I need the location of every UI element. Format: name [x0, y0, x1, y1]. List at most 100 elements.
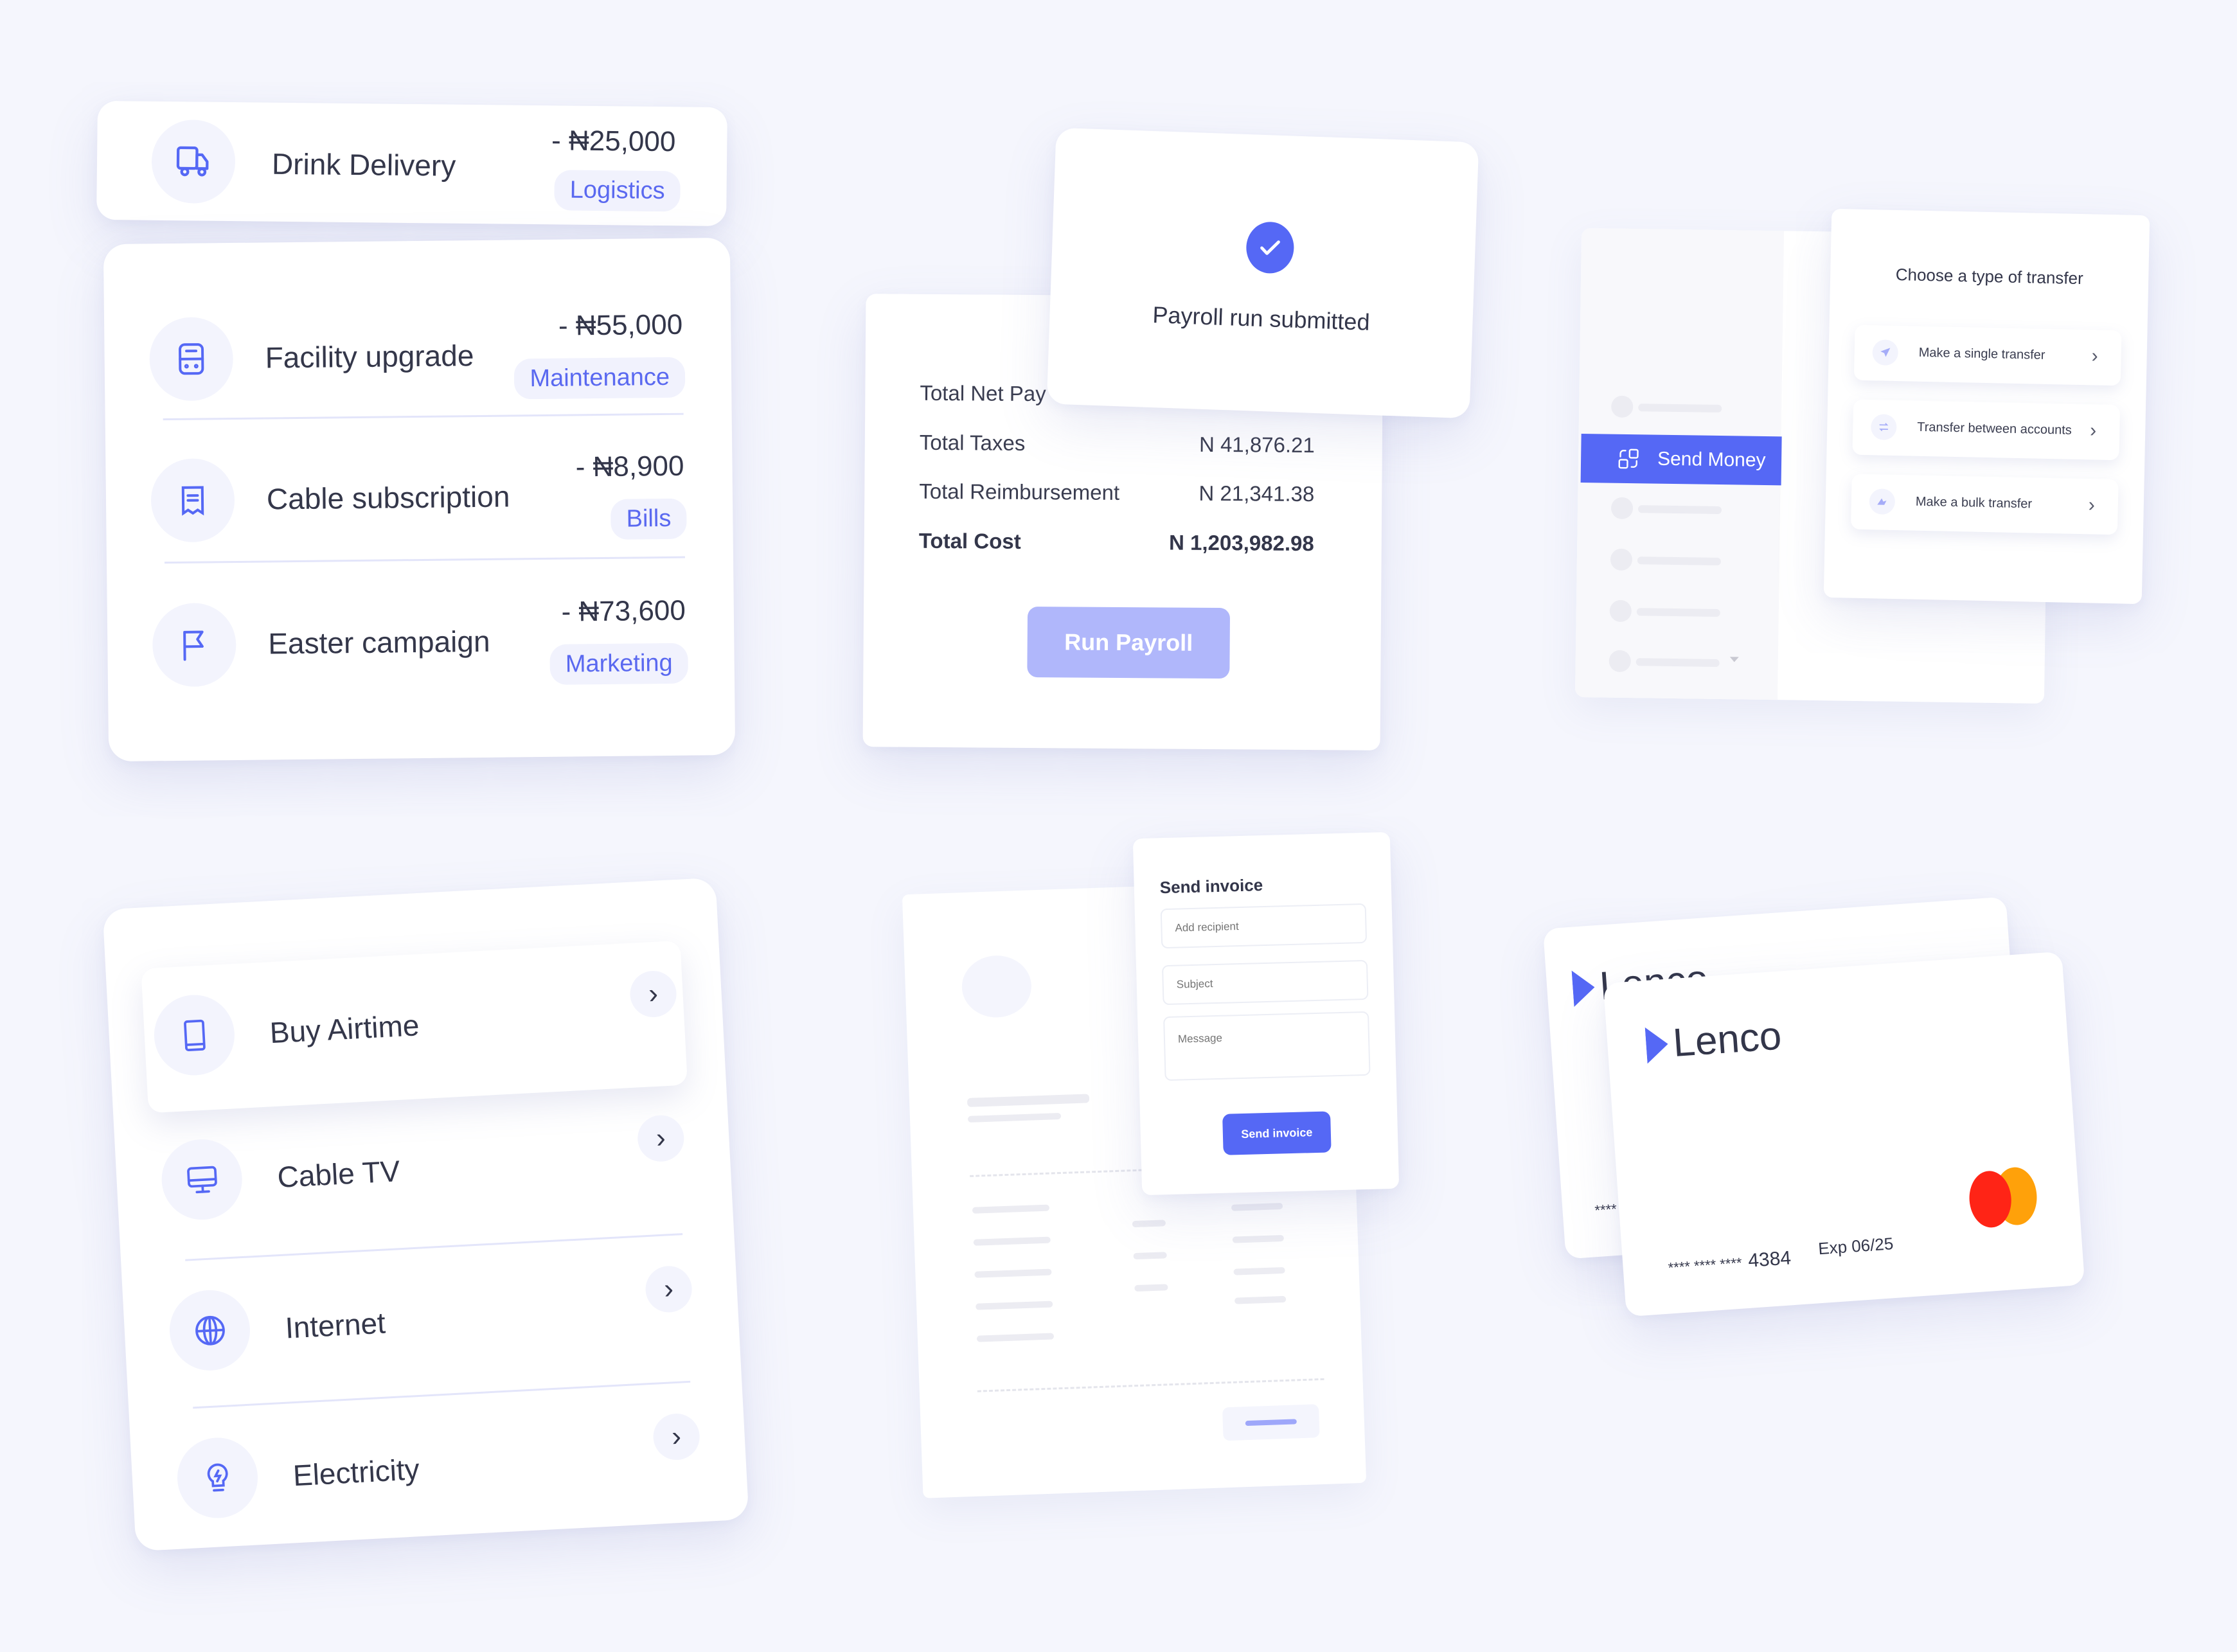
- phone-icon-circle: [152, 993, 237, 1078]
- invoice-logo-placeholder: [961, 954, 1033, 1019]
- chevron-right-icon[interactable]: ›: [628, 970, 678, 1018]
- payroll-submitted-message: Payroll run submitted: [1152, 301, 1371, 335]
- truck-icon-circle: [151, 119, 236, 204]
- bulk-send-icon: [1869, 488, 1896, 515]
- payroll-row-value: N 1,203,982.98: [1168, 530, 1314, 556]
- card-number: **** **** **** 4384: [1668, 1247, 1792, 1277]
- sidebar-placeholder-label: [1635, 658, 1720, 668]
- transfer-option-label: Transfer between accounts: [1917, 420, 2072, 438]
- recipient-input[interactable]: [1160, 903, 1368, 949]
- invoice-placeholder-line: [976, 1301, 1053, 1310]
- sidebar-item-send-money[interactable]: Send Money: [1580, 433, 1782, 486]
- payroll-row-label: Total Reimbursement: [919, 479, 1120, 504]
- lightbulb-icon-circle: [175, 1435, 260, 1520]
- transfer-option-label: Make a single transfer: [1918, 345, 2045, 362]
- category-tag: Marketing: [549, 643, 689, 685]
- lenco-logo-icon: [1571, 970, 1595, 1007]
- expense-title: Drink Delivery: [271, 147, 456, 182]
- expense-title: Facility upgrade: [265, 339, 474, 375]
- check-circle-icon: [1245, 221, 1295, 274]
- expense-amount: - ₦73,600: [561, 594, 686, 628]
- chevron-right-icon[interactable]: ›: [652, 1412, 701, 1461]
- expense-row[interactable]: Facility upgrade - ₦55,000 Maintenance: [104, 296, 732, 431]
- server-icon-circle: [149, 317, 234, 402]
- invoice-placeholder-line: [1134, 1284, 1168, 1292]
- invoice-placeholder-line: [1234, 1295, 1287, 1304]
- chevron-right-icon: ›: [2089, 420, 2097, 441]
- card-last4: 4384: [1747, 1247, 1792, 1272]
- transfer-panel-title: Choose a type of transfer: [1895, 264, 2083, 289]
- bill-item-label: Cable TV: [276, 1154, 401, 1194]
- bill-item-label: Buy Airtime: [269, 1008, 420, 1050]
- expense-list-card: Facility upgrade - ₦55,000 Maintenance C…: [103, 237, 736, 762]
- transfer-option[interactable]: Make a single transfer ›: [1853, 324, 2122, 386]
- bill-item-label: Internet: [284, 1306, 387, 1345]
- expense-row[interactable]: Easter campaign - ₦73,600 Marketing: [107, 582, 735, 716]
- expense-title: Cable subscription: [266, 479, 510, 516]
- phone-icon: [183, 1019, 206, 1051]
- server-icon: [179, 343, 204, 375]
- chevron-right-icon: ›: [2091, 345, 2099, 367]
- invoice-placeholder-line: [974, 1268, 1052, 1278]
- bill-item-cable-tv[interactable]: Cable TV ›: [113, 1086, 733, 1253]
- invoice-placeholder-line: [967, 1112, 1062, 1123]
- payment-card-front[interactable]: Lenco **** **** **** 4384 Exp 06/25: [1603, 951, 2085, 1317]
- expense-row[interactable]: Cable subscription - ₦8,900 Bills: [105, 437, 733, 572]
- expense-title: Easter campaign: [268, 624, 490, 661]
- card-number: ****: [1594, 1200, 1618, 1219]
- sidebar-placeholder-label: [1637, 556, 1721, 566]
- card-number-mask: **** **** ****: [1667, 1254, 1743, 1276]
- lenco-logo-icon: [1644, 1027, 1668, 1063]
- category-tag: Bills: [610, 498, 687, 540]
- payroll-row-value: N 41,876.21: [1199, 432, 1315, 457]
- subject-input[interactable]: [1161, 959, 1369, 1006]
- sidebar-item-label: Send Money: [1657, 448, 1766, 471]
- payroll-row-total: Total Cost N 1,203,982.98: [919, 529, 1314, 556]
- expense-amount: - ₦55,000: [558, 308, 683, 342]
- send-invoice-button[interactable]: Send invoice: [1222, 1111, 1332, 1155]
- invoice-placeholder-line: [967, 1094, 1090, 1107]
- receipt-icon: [181, 486, 204, 516]
- category-tag: Maintenance: [514, 357, 686, 400]
- invoice-placeholder-line: [1231, 1202, 1283, 1211]
- lightbulb-icon: [207, 1463, 228, 1491]
- chevron-right-icon[interactable]: ›: [644, 1265, 693, 1314]
- invoice-placeholder-line: [1232, 1234, 1285, 1243]
- send-invoice-title: Send invoice: [1159, 875, 1263, 898]
- swap-arrows-icon: [1870, 414, 1897, 441]
- truck-icon: [176, 146, 209, 177]
- payroll-row-value: N 21,341.38: [1199, 481, 1315, 506]
- invoice-placeholder-line: [973, 1236, 1051, 1246]
- mastercard-logo: [1967, 1166, 2042, 1229]
- send-invoice-modal: Send invoice Send invoice: [1132, 831, 1400, 1196]
- paper-plane-icon: [1872, 339, 1899, 366]
- caret-down-icon[interactable]: [1729, 657, 1739, 662]
- bill-item-electricity[interactable]: Electricity ›: [129, 1385, 749, 1552]
- message-textarea[interactable]: [1163, 1011, 1371, 1081]
- run-payroll-button[interactable]: Run Payroll: [1027, 606, 1231, 679]
- dashed-divider: [977, 1378, 1324, 1392]
- expense-card-featured[interactable]: Drink Delivery - ₦25,000 Logistics: [96, 100, 727, 227]
- invoice-placeholder-line: [976, 1333, 1055, 1342]
- sidebar-placeholder-label: [1637, 505, 1722, 515]
- payroll-row-label: Total Cost: [918, 528, 1021, 553]
- invoice-placeholder-line: [1133, 1252, 1167, 1260]
- transfer-option[interactable]: Transfer between accounts ›: [1852, 399, 2121, 461]
- transfer-option[interactable]: Make a bulk transfer ›: [1850, 474, 2119, 535]
- payroll-submitted-modal: Payroll run submitted: [1046, 127, 1479, 419]
- chevron-right-icon: ›: [2088, 494, 2096, 516]
- sidebar-placeholder-label: [1638, 404, 1722, 413]
- bill-item-internet[interactable]: Internet ›: [121, 1237, 742, 1404]
- category-tag: Logistics: [554, 170, 681, 212]
- monitor-icon-circle: [159, 1137, 244, 1222]
- invoice-placeholder-line: [1132, 1220, 1166, 1228]
- invoice-action-placeholder[interactable]: [1222, 1404, 1320, 1441]
- transfer-option-label: Make a bulk transfer: [1915, 494, 2033, 511]
- flag-icon: [183, 630, 204, 661]
- bill-item-label: Electricity: [292, 1452, 420, 1493]
- payroll-row: Total Taxes N 41,876.21: [920, 431, 1315, 457]
- brand-name: Lenco: [1671, 1013, 1783, 1066]
- send-money-icon: [1618, 449, 1639, 469]
- lenco-logo: Lenco: [1644, 1013, 1783, 1069]
- chevron-right-icon[interactable]: ›: [636, 1114, 686, 1163]
